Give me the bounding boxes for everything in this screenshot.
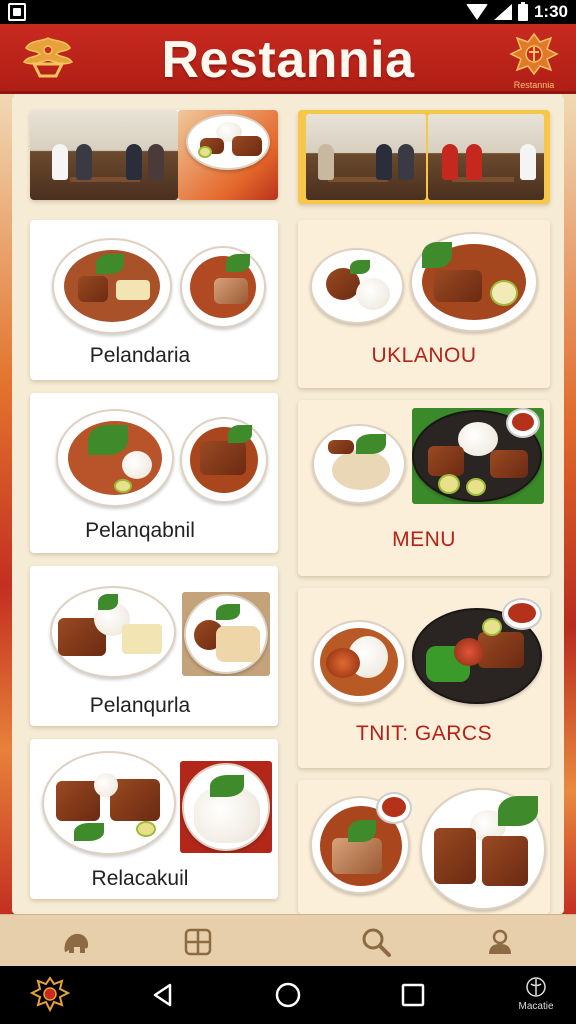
dining-guests-photo — [306, 114, 426, 200]
menu-card-left-1[interactable]: Pelandaria — [30, 220, 278, 380]
bottom-nav — [0, 914, 576, 966]
banner-restaurant[interactable] — [30, 110, 278, 200]
app-header: Restannia Restannia — [0, 24, 576, 94]
signal-icon — [493, 4, 512, 20]
nav-search[interactable] — [358, 925, 394, 959]
recents-square-icon — [401, 983, 425, 1007]
status-icons: 1:30 — [465, 0, 568, 24]
nav-menu[interactable] — [180, 925, 216, 959]
menu-card-left-3[interactable]: Pelanqurla — [30, 566, 278, 726]
recents-button[interactable] — [398, 980, 428, 1010]
menu-card-left-4[interactable]: Relacakuil — [30, 739, 278, 899]
menu-card-label: MENU — [392, 528, 456, 551]
notification-icon — [8, 3, 26, 21]
menu-card-label: UKLANOU — [371, 344, 477, 367]
home-circle-icon — [275, 982, 301, 1008]
battery-icon — [517, 1, 528, 21]
nav-profile[interactable] — [482, 925, 518, 959]
globe-logo-icon — [526, 977, 546, 997]
brand-emblem-icon: Restannia — [508, 32, 560, 90]
system-logo-caption: Macatie — [518, 1001, 554, 1012]
app-title: Restannia — [161, 31, 415, 89]
menu-card-label: Relacakuil — [91, 867, 189, 890]
nav-home[interactable] — [58, 925, 94, 959]
dining-guests-photo-2 — [428, 114, 544, 200]
back-button[interactable] — [148, 980, 178, 1010]
back-triangle-icon — [153, 983, 172, 1007]
home-icon — [64, 933, 89, 953]
home-button[interactable] — [273, 980, 303, 1010]
menu-card-label: TNIT: GARCS — [355, 722, 493, 745]
menu-card-right-3[interactable]: TNIT: GARCS — [298, 588, 550, 768]
menu-card-label: Pelandaria — [89, 344, 191, 367]
menu-card-left-2[interactable]: Pelanqabnil — [30, 393, 278, 553]
restaurant-dining-photo — [30, 110, 178, 200]
menu-card-label: Pelanqurla — [89, 694, 191, 717]
status-time: 1:30 — [533, 2, 568, 21]
menu-card-right-4[interactable] — [298, 780, 550, 914]
system-nav-bar: Macatie — [0, 966, 576, 1024]
menu-card-label: Pelanqabnil — [85, 519, 195, 542]
banner-dining[interactable] — [298, 110, 550, 204]
system-logo-right: Macatie — [508, 976, 564, 1012]
menu-grid-icon — [184, 928, 212, 956]
brand-emblem-caption: Restannia — [513, 80, 555, 90]
food-photo-tile — [178, 110, 278, 200]
menu-card-right-1[interactable]: UKLANOU — [298, 220, 550, 388]
decor-right — [562, 94, 576, 914]
profile-icon — [489, 929, 511, 954]
search-icon — [362, 928, 391, 957]
status-bar: 1:30 — [0, 0, 576, 24]
menu-card-right-2[interactable]: MENU — [298, 400, 550, 576]
system-logo-left-icon — [30, 976, 70, 1012]
wifi-icon — [465, 4, 488, 20]
